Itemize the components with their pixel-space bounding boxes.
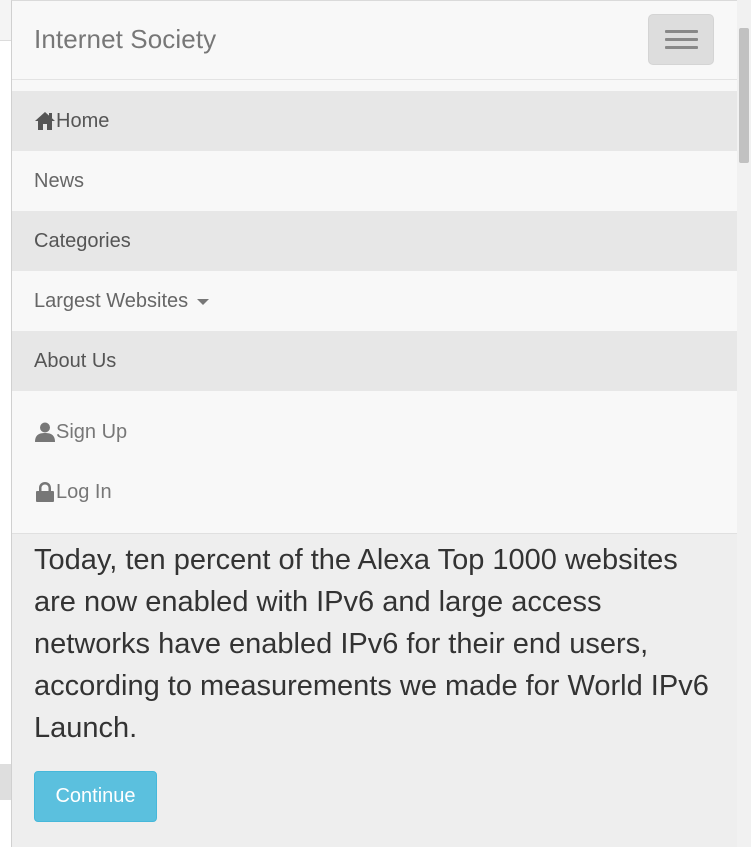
navbar: Internet Society Home News Categories La…	[12, 1, 737, 534]
nav-item-sign-up[interactable]: Sign Up	[12, 402, 737, 462]
hamburger-menu-icon-bar	[665, 46, 698, 49]
page: Internet Society Home News Categories La…	[11, 0, 737, 847]
caret-down-icon	[197, 299, 210, 305]
navbar-toggle-button[interactable]	[648, 14, 714, 65]
nav-item-label: Largest Websites	[34, 289, 189, 312]
lock-icon	[34, 481, 56, 503]
nav-item-label: About Us	[34, 349, 117, 372]
nav-item-largest-websites[interactable]: Largest Websites	[12, 271, 737, 331]
nav-item-label: News	[34, 169, 85, 192]
nav-item-about-us[interactable]: About Us	[12, 331, 737, 391]
intro-text: Today, ten percent of the Alexa Top 1000…	[34, 544, 709, 744]
brand-link[interactable]: Internet Society	[34, 24, 216, 55]
navbar-header: Internet Society	[12, 1, 737, 80]
nav-item-home[interactable]: Home	[12, 91, 737, 151]
nav-item-news[interactable]: News	[12, 151, 737, 211]
nav-item-label: Home	[56, 109, 110, 132]
continue-button[interactable]: Continue	[34, 771, 157, 822]
hamburger-menu-icon-bar	[665, 38, 698, 41]
nav-item-log-in[interactable]: Log In	[12, 462, 737, 522]
nav-item-label: Sign Up	[56, 420, 128, 443]
nav-item-label: Log In	[56, 480, 112, 503]
home-icon	[34, 110, 56, 132]
nav-item-label: Categories	[34, 229, 131, 252]
hamburger-menu-icon	[665, 30, 698, 33]
scrollbar[interactable]	[737, 0, 751, 847]
scrollbar-thumb[interactable]	[739, 28, 749, 163]
user-icon	[34, 421, 56, 443]
nav-item-categories[interactable]: Categories	[12, 211, 737, 271]
